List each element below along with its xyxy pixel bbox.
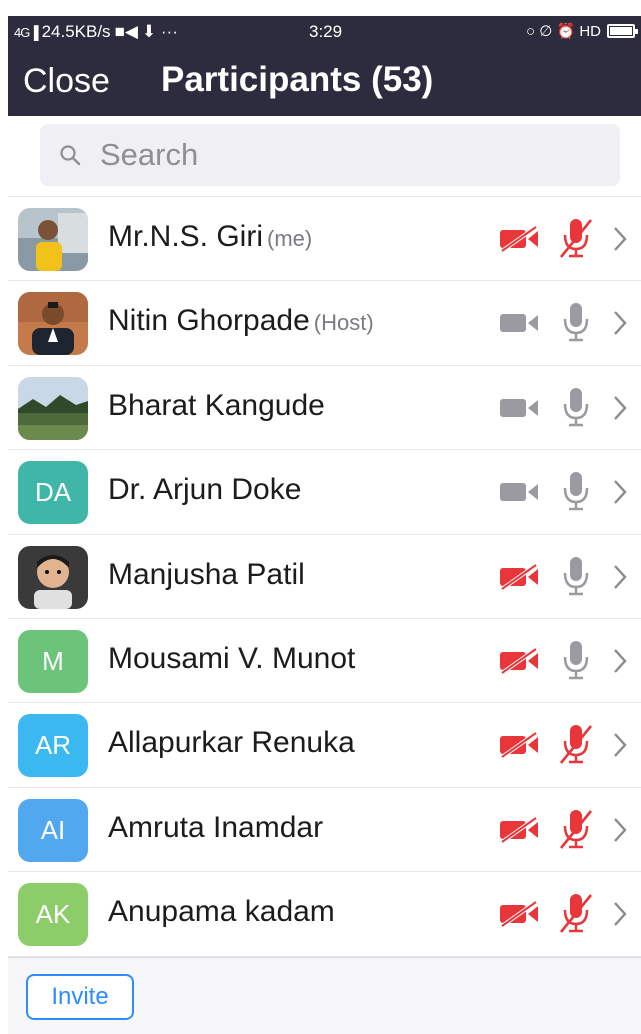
avatar-photo [18,545,88,609]
chevron-right-icon[interactable] [612,731,628,759]
participant-name: Allapurkar Renuka [108,726,355,760]
mic-off-icon [557,723,595,765]
footer: Invite [8,957,641,1034]
participant-row[interactable]: Bharat Kangude [8,366,641,451]
participant-row[interactable]: Nitin Ghorpade (Host) [8,281,641,366]
participant-row[interactable]: Mr.N.S. Giri (me) [8,197,641,282]
close-button[interactable]: Close [23,62,110,101]
search-input[interactable] [100,134,600,176]
participant-name: Dr. Arjun Doke [108,473,302,507]
participant-name: Manjusha Patil [108,557,305,591]
avatar-initials: DA [34,477,72,508]
participant-name: Bharat Kangude [108,388,325,422]
participant-name-wrap: Bharat Kangude [108,389,325,423]
participant-role: (me) [267,226,313,251]
mic-icon [557,301,595,343]
mic-off-icon [557,892,595,934]
page-title: Participants (53) [161,60,434,99]
invite-button[interactable]: Invite [26,974,134,1020]
participant-row[interactable]: AI Amruta Inamdar [8,788,641,873]
avatar: DA [18,461,88,525]
participant-row[interactable]: Manjusha Patil [8,535,641,619]
status-bar: 4G▐ 24.5KB/s ■◀ ⬇ ··· 3:29 ○ ∅ ⏰ HD [8,16,641,50]
participant-name: Nitin Ghorpade [108,304,310,338]
battery-icon [607,24,638,38]
video-off-icon [498,647,540,675]
mic-icon [557,639,595,681]
mic-off-icon [557,217,595,259]
chevron-right-icon[interactable] [612,225,628,253]
network-speed: 24.5KB/s [41,22,111,41]
video-off-icon [498,900,540,928]
participant-name: Mr.N.S. Giri [108,220,263,253]
mic-icon [557,386,595,428]
participant-name-wrap: Amruta Inamdar [108,811,323,845]
participant-name: Amruta Inamdar [108,810,324,844]
avatar-photo [18,376,88,440]
mic-off-icon [557,808,595,850]
chevron-right-icon[interactable] [612,394,628,422]
chevron-right-icon[interactable] [612,478,628,506]
header: Close Participants (53) [8,50,641,116]
avatar-initials: AR [34,730,72,761]
top-strip [0,0,641,16]
avatar-initials: AI [40,814,66,845]
video-off-icon [498,562,540,591]
chevron-right-icon[interactable] [612,563,628,591]
status-icons: ○ ∅ ⏰ HD [526,23,601,40]
avatar: AR [18,714,88,778]
chevron-right-icon[interactable] [612,309,628,337]
avatar-initials: AK [35,899,71,930]
avatar: M [18,629,88,693]
chevron-right-icon[interactable] [612,816,628,844]
video-off-icon [498,731,540,759]
participant-name: Anupama kadam [108,895,335,929]
avatar: AI [18,798,88,862]
participant-row[interactable]: M Mousami V. Munot [8,619,641,704]
participant-row[interactable]: DA Dr. Arjun Doke [8,450,641,535]
signal-icon: 4G▐ [14,24,39,40]
video-status-icon: ■◀ [114,22,138,41]
battery-fill [610,27,632,35]
mic-icon [557,470,595,512]
participant-row[interactable]: AR Allapurkar Renuka [8,703,641,788]
search-icon [60,145,81,166]
search-box[interactable] [40,124,620,186]
participant-name-wrap: Anupama kadam [108,895,335,929]
video-icon [498,394,540,422]
chevron-right-icon[interactable] [612,900,628,928]
participant-name-wrap: Allapurkar Renuka [108,726,355,760]
participant-name-wrap: Mr.N.S. Giri (me) [108,220,312,254]
avatar-photo [18,292,88,356]
participant-name-wrap: Dr. Arjun Doke [108,473,301,507]
video-off-icon [498,816,540,844]
participant-list: Mr.N.S. Giri (me) Nitin Ghorpade (Host) Bhar… [8,197,641,957]
participant-role: (Host) [313,310,374,336]
participant-name: Mousami V. Munot [108,641,356,675]
participant-name-wrap: Mousami V. Munot [108,642,355,676]
video-icon [498,309,540,337]
avatar-photo [18,208,88,271]
status-extra: ⬇ ··· [141,22,178,41]
status-left: 4G▐ 24.5KB/s ■◀ ⬇ ··· [14,22,178,42]
search-area [8,116,641,196]
avatar-initials: M [42,645,64,676]
status-right: ○ ∅ ⏰ HD [526,22,638,40]
mic-icon [557,555,595,597]
chevron-right-icon[interactable] [612,647,628,675]
video-off-icon [498,225,540,253]
participant-name-wrap: Manjusha Patil [108,558,305,592]
video-icon [498,478,540,506]
participant-name-wrap: Nitin Ghorpade (Host) [108,304,374,338]
participant-row[interactable]: AK Anupama kadam [8,872,641,957]
avatar: AK [18,883,88,947]
status-time: 3:29 [309,22,343,41]
